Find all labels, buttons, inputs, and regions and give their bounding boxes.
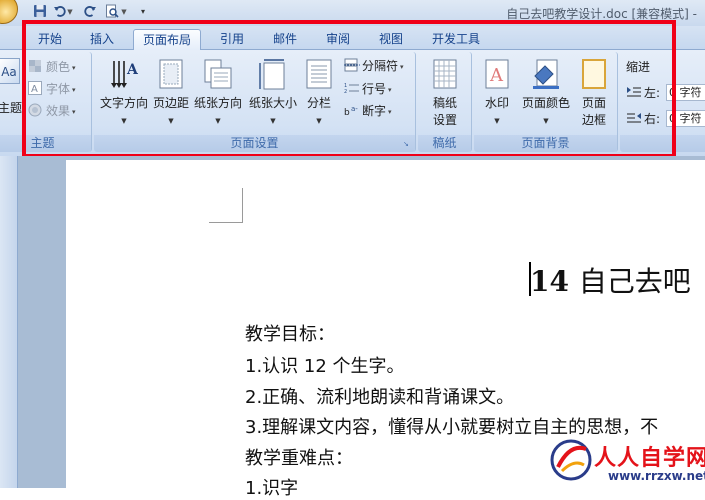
doc-line[interactable]: 教学重难点： — [245, 444, 353, 470]
doc-line[interactable]: 2.正确、流利地朗读和背诵课文。 — [245, 383, 514, 409]
document-title[interactable]: 14 自己去吧 — [530, 260, 691, 300]
site-logo-icon — [550, 439, 592, 481]
undo-dropdown-icon[interactable]: ▼ — [66, 4, 74, 20]
document-title-text: 自己去吧 — [578, 265, 691, 298]
save-icon[interactable] — [32, 4, 48, 20]
doc-line[interactable]: 1.认识 12 个生字。 — [245, 352, 405, 378]
site-name: 人人自学网 — [594, 446, 705, 471]
text-cursor — [529, 262, 531, 296]
doc-line[interactable]: 3.理解课文内容，懂得从小就要树立自主的思想，不 — [245, 413, 658, 439]
preview-dropdown-icon[interactable]: ▼ — [120, 4, 128, 20]
themes-icon: Aa — [0, 58, 20, 84]
document-title-number: 14 — [530, 265, 569, 298]
margin-corner-mark — [209, 222, 243, 223]
doc-line[interactable]: 1.识字 — [245, 474, 298, 500]
customize-arrow-icon[interactable]: ▾ — [138, 4, 148, 20]
doc-line[interactable]: 教学目标： — [245, 320, 335, 346]
themes-button[interactable]: Aa 主题 — [0, 56, 23, 134]
redo-icon[interactable] — [82, 4, 98, 20]
vertical-ruler — [0, 156, 18, 488]
print-preview-icon[interactable] — [104, 4, 120, 20]
highlight-box — [22, 20, 676, 158]
office-button[interactable] — [0, 0, 18, 24]
margin-corner-mark-vertical — [242, 188, 243, 223]
site-watermark: 人人自学网 www.rrzxw.net — [546, 437, 705, 488]
site-url: www.rrzxw.net — [608, 469, 705, 483]
themes-button-label: 主题 — [0, 101, 23, 115]
